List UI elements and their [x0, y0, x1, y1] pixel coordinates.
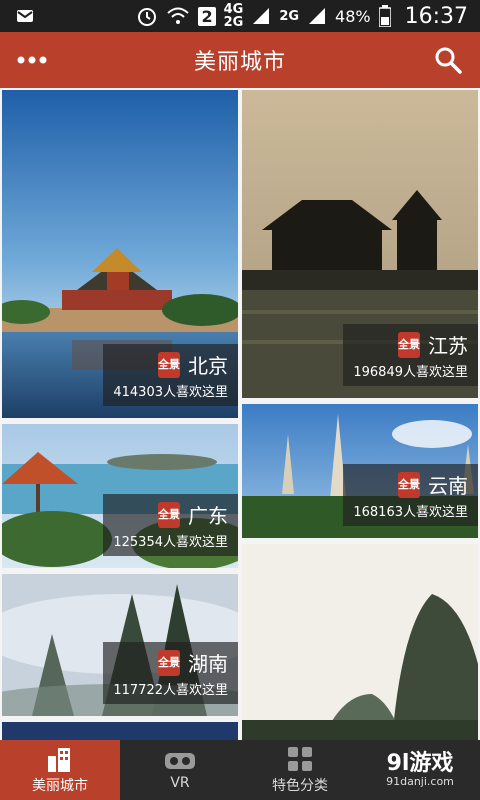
watermark-url: 91danji.com — [386, 774, 454, 788]
city-buildings-icon — [48, 747, 70, 772]
more-button[interactable] — [0, 32, 64, 88]
more-dots-icon — [17, 56, 47, 64]
battery-icon — [378, 5, 391, 27]
sim-badge: 2 — [198, 6, 216, 26]
signal-icon-2 — [309, 8, 326, 24]
city-card-beijing[interactable]: 全景 北京 414303人喜欢这里 — [2, 90, 238, 418]
karst-photo — [242, 544, 478, 740]
tab-vr[interactable]: VR — [120, 740, 240, 800]
site-watermark: 9l游戏 91danji.com — [360, 740, 480, 800]
city-name: 广东 — [188, 504, 228, 528]
signal-icon — [253, 8, 270, 24]
panorama-seal-icon: 全景 — [158, 649, 180, 676]
likes-count: 125354人喜欢这里 — [113, 535, 228, 550]
tab-label: VR — [170, 774, 190, 791]
city-card-partial[interactable] — [2, 722, 238, 740]
network-type-2: 2G — [279, 8, 300, 24]
panorama-seal-icon: 全景 — [158, 501, 180, 528]
alarm-icon — [138, 8, 157, 26]
panorama-seal-icon: 全景 — [398, 331, 420, 358]
city-caption: 全景 湖南 117722人喜欢这里 — [103, 642, 238, 704]
tab-categories[interactable]: 特色分类 — [240, 740, 360, 800]
vr-goggles-icon — [165, 752, 195, 769]
city-grid: 全景 北京 414303人喜欢这里 全景 江苏 196849人喜欢这里 全景 广… — [0, 88, 480, 740]
app-bar: 美丽城市 — [0, 32, 480, 88]
clock: 16:37 — [404, 3, 468, 29]
city-card-hunan[interactable]: 全景 湖南 117722人喜欢这里 — [2, 574, 238, 716]
likes-count: 414303人喜欢这里 — [113, 385, 228, 400]
likes-count: 196849人喜欢这里 — [353, 365, 468, 380]
panorama-seal-icon: 全景 — [398, 471, 420, 498]
city-name: 江苏 — [428, 334, 468, 358]
city-card-yunnan[interactable]: 全景 云南 168163人喜欢这里 — [242, 404, 478, 538]
panorama-seal-icon: 全景 — [158, 351, 180, 378]
battery-percent: 48% — [335, 6, 371, 26]
search-button[interactable] — [416, 32, 480, 88]
city-card-guangdong[interactable]: 全景 广东 125354人喜欢这里 — [2, 424, 238, 568]
tab-beautiful-cities[interactable]: 美丽城市 — [0, 740, 120, 800]
city-caption: 全景 北京 414303人喜欢这里 — [103, 344, 238, 406]
city-name: 北京 — [188, 354, 228, 378]
partial-photo — [2, 722, 238, 740]
city-card-jiangsu[interactable]: 全景 江苏 196849人喜欢这里 — [242, 90, 478, 398]
city-card-scenery[interactable] — [242, 544, 478, 740]
city-caption: 全景 广东 125354人喜欢这里 — [103, 494, 238, 556]
likes-count: 168163人喜欢这里 — [353, 505, 468, 520]
city-caption: 全景 江苏 196849人喜欢这里 — [343, 324, 478, 386]
grid-icon — [288, 746, 312, 771]
page-title: 美丽城市 — [193, 50, 286, 75]
email-notification-icon — [17, 10, 33, 22]
city-name: 云南 — [428, 474, 468, 498]
network-type-bottom: 2G — [223, 15, 244, 30]
watermark-logo-text: 9l游戏 — [386, 750, 454, 776]
status-bar: 2 4G 2G 2G 48% 16:37 — [0, 0, 480, 32]
bottom-nav: 美丽城市 VR 特色分类 9l游戏 91danji.com — [0, 740, 480, 800]
likes-count: 117722人喜欢这里 — [113, 683, 228, 698]
tab-label: 特色分类 — [272, 777, 328, 794]
wifi-icon — [167, 7, 190, 24]
city-caption: 全景 云南 168163人喜欢这里 — [343, 464, 478, 526]
network-indicator: 4G 2G — [224, 3, 244, 29]
city-name: 湖南 — [188, 652, 228, 676]
search-icon — [435, 47, 462, 74]
tab-label: 美丽城市 — [32, 777, 88, 794]
